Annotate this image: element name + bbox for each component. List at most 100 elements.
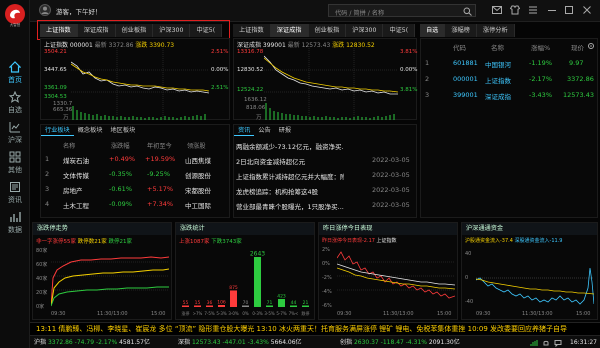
nav-news-label: 资讯	[8, 196, 22, 204]
highlight-box	[37, 20, 230, 40]
tab-research[interactable]: 研报	[275, 125, 295, 136]
tab-gainers[interactable]: 涨幅榜	[445, 24, 477, 37]
status-cy-label: 创指	[340, 339, 353, 346]
tab-news[interactable]: 资讯	[234, 125, 255, 136]
row-change: -2.17%	[529, 75, 552, 83]
sector-change: -0.35%	[109, 170, 132, 178]
row-code: 399001	[453, 91, 478, 99]
hsgt-flow-plot	[476, 267, 594, 305]
status-sh-label: 沪指	[34, 339, 47, 346]
tab2-shenzheng[interactable]: 深证成指	[270, 24, 309, 37]
news-title[interactable]: 两融余额减少-73.12亿元，融资净买...	[236, 141, 344, 151]
bell-icon[interactable]	[542, 339, 550, 347]
nav-watchlist[interactable]: 自选	[0, 88, 30, 118]
col-name[interactable]: 名称	[491, 42, 504, 52]
col-code[interactable]: 代码	[453, 42, 466, 52]
status-cy[interactable]: 创指 2630.37 -118.47 -4.31% 2091.30亿	[340, 336, 460, 348]
dist-bar-value: 106	[217, 299, 226, 305]
news-item[interactable]: 上证指数累计减持超亿元并大幅度：附名... 2022-03-05	[234, 171, 418, 184]
col-sector-ytd[interactable]: 年初至今	[147, 141, 172, 150]
row-index: 1	[425, 59, 430, 67]
nav-other-label: 其他	[8, 166, 22, 174]
maximize-icon[interactable]	[564, 5, 574, 15]
tab-watchlist[interactable]: 自选	[420, 24, 446, 37]
news-title[interactable]: 营业部最青睐个股曝光，1只股净买...	[236, 201, 344, 211]
tab-concept[interactable]: 概念板块	[74, 125, 107, 136]
shirt-icon[interactable]	[510, 5, 520, 15]
col-sector-name[interactable]: 名称	[63, 141, 75, 150]
sector-change: -0.09%	[109, 200, 132, 208]
dist-bar-label: 5-7%	[276, 311, 287, 316]
news-item[interactable]: 两融余额减少-73.12亿元，融资净买...	[234, 141, 418, 154]
close-icon[interactable]	[582, 5, 592, 15]
ticker-text[interactable]: 13:11 倩鹏臻、冯柳、李晓星、崔宸龙 多位 “顶流” 隐形重仓股大曝光 13…	[30, 325, 567, 333]
mail-icon[interactable]	[492, 5, 502, 15]
watchlist-row[interactable]: 1 601881 中国银河 -1.19% 9.97	[421, 59, 599, 72]
minimize-icon[interactable]	[547, 5, 557, 15]
chart1-intraday-plot	[71, 48, 209, 120]
limit-trend-plot	[51, 256, 169, 307]
dist-bar-label: 3-5%	[264, 311, 275, 316]
dist-bar-value: 55	[183, 300, 189, 306]
limit-y1: 60家	[36, 262, 48, 268]
nav-news[interactable]: 资讯	[0, 178, 30, 208]
tab2-shangzheng[interactable]: 上证指数	[233, 24, 271, 37]
hsgt-y0: 40	[465, 251, 472, 257]
nav-other[interactable]: 其他	[0, 148, 30, 178]
chat-icon[interactable]	[554, 339, 562, 347]
legend-sh-flow: 沪股通资金流入-37.4	[465, 238, 513, 244]
hsgt-legend: 沪股通资金流入-37.4 深股通资金流入-11.9	[465, 237, 597, 244]
tab-region[interactable]: 地区板块	[107, 125, 140, 136]
news-item[interactable]: 营业部最青睐个股曝光，1只股净买... 2022-03-05	[234, 201, 418, 214]
sector-row[interactable]: 1 煤炭石油 +0.49% +19.59% 山西焦煤	[41, 155, 231, 168]
user-avatar-icon[interactable]	[39, 4, 51, 16]
news-title[interactable]: 2日北向资金减持超亿元	[236, 156, 344, 166]
signal-icon	[530, 340, 538, 346]
col-sector-change[interactable]: 涨跌幅	[111, 141, 130, 150]
news-ticker[interactable]: 13:11 倩鹏臻、冯柳、李晓星、崔宸龙 多位 “顶流” 隐形重仓股大曝光 13…	[30, 322, 600, 335]
search-input[interactable]: 代码 / 简拼 / 名称	[335, 8, 384, 17]
sector-name: 土木工程	[63, 202, 89, 210]
distribution-title: 涨跌统计	[176, 223, 314, 235]
settings-icon[interactable]	[587, 42, 595, 50]
tab-limitup[interactable]: 涨停分析	[476, 24, 515, 37]
col-price[interactable]: 现价	[571, 42, 584, 52]
watchlist-row[interactable]: 2 000001 上证指数 -2.17% 3372.86	[421, 75, 599, 88]
tab-announce[interactable]: 公告	[254, 125, 274, 136]
sector-row[interactable]: 2 文体传媒 -0.35% -9.25% 创源股份	[41, 170, 231, 183]
status-sz-label: 深指	[178, 339, 191, 346]
nav-hushen[interactable]: 沪深	[0, 118, 30, 148]
menu-icon[interactable]	[528, 5, 538, 15]
status-sh[interactable]: 沪指 3372.86 -74.79 -2.17% 4581.57亿	[34, 336, 150, 348]
limitup-y2: -2%	[322, 275, 332, 281]
sector-ytd: -9.25%	[147, 170, 170, 178]
tab2-zz500[interactable]: 中证5(	[383, 24, 416, 37]
limit-trend-panel: 涨跌停走势 非一字涨停55家 跌停数21家 跌停21家 80家 60家 40家 …	[32, 222, 172, 320]
status-sz[interactable]: 深指 12573.43 -447.01 -3.43% 5664.06亿	[178, 336, 302, 348]
dist-bar-value: 2643	[250, 251, 265, 258]
tab2-hs300[interactable]: 沪深300	[346, 24, 384, 37]
tab-industry[interactable]: 行业板块	[41, 125, 74, 136]
nav-data[interactable]: 数据	[0, 208, 30, 238]
tab2-chuangye[interactable]: 创业板指	[308, 24, 347, 37]
nav-home[interactable]: 首页	[0, 58, 30, 88]
top-bar: 游客，下午好！ 代码 / 简拼 / 名称	[30, 0, 600, 22]
news-date: 2022-03-05	[372, 171, 410, 179]
search-icon[interactable]	[463, 7, 472, 16]
news-item[interactable]: 龙虎榜追踪：机构抢筹这4股 2022-03-05	[234, 186, 418, 199]
limit-y3: 20家	[36, 290, 48, 296]
search-box[interactable]: 代码 / 简拼 / 名称	[328, 4, 476, 17]
limit-x2: 15:00	[151, 311, 166, 317]
news-date: 2022-03-05	[372, 201, 410, 209]
limitup-performance-title: 昨日涨停今日表现	[319, 223, 457, 235]
col-change[interactable]: 涨幅%	[531, 42, 550, 52]
sector-row[interactable]: 4 土木工程 -0.09% +7.34% 中工国际	[41, 200, 231, 213]
status-sh-amt: 4581.57亿	[119, 339, 150, 346]
chart2-y-mid: 12830.52	[237, 67, 264, 73]
news-item[interactable]: 2日北向资金减持超亿元 2022-03-05	[234, 156, 418, 169]
news-title[interactable]: 上证指数累计减持超亿元并大幅度：附名...	[236, 171, 344, 181]
sector-row[interactable]: 3 房地产 -0.61% +5.17% 宋都股份	[41, 185, 231, 198]
news-title[interactable]: 龙虎榜追踪：机构抢筹这4股	[236, 186, 344, 196]
watchlist-row[interactable]: 3 399001 深证成指 -3.43% 12573.43	[421, 91, 599, 104]
col-sector-leader[interactable]: 领涨股	[187, 141, 206, 150]
